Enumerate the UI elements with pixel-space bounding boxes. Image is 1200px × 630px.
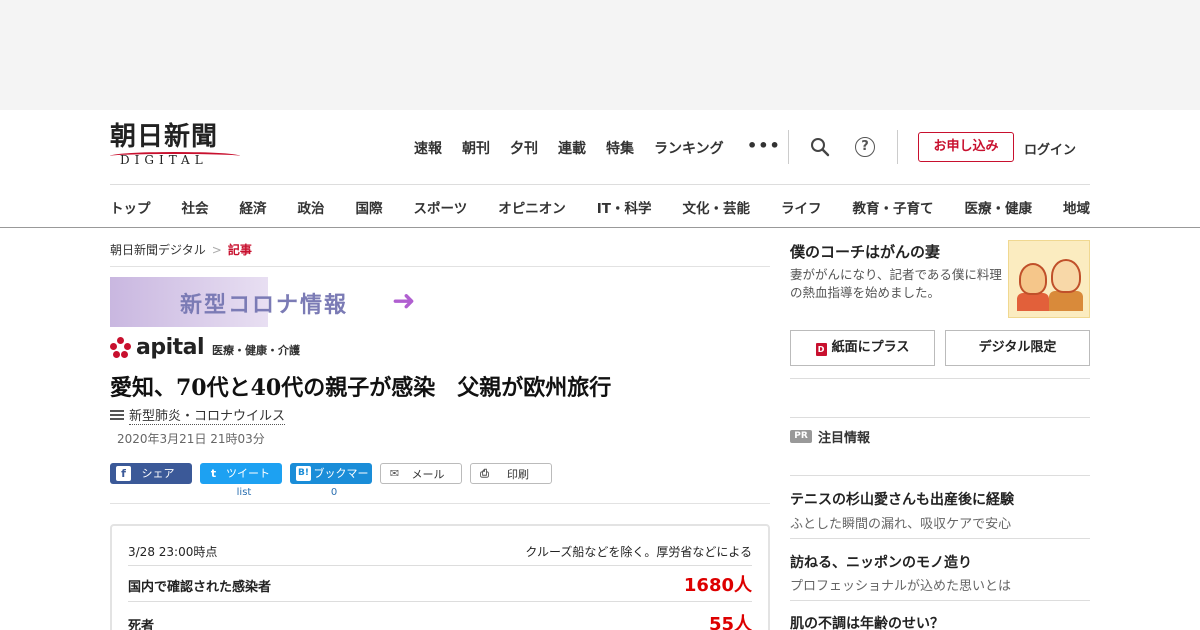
stats-note: クルーズ船などを除く。厚労省などによる: [525, 545, 752, 559]
header-separator: [110, 184, 1090, 185]
divider: [790, 600, 1090, 601]
print-label: 印刷: [507, 468, 529, 481]
apital-logo-icon: [110, 337, 132, 359]
breadcrumb-current: 記事: [227, 243, 252, 257]
apital-subtitle: 医療・健康・介護: [212, 344, 301, 357]
sidebar-promo-illustration[interactable]: [1008, 240, 1090, 318]
header-divider: [897, 130, 898, 164]
help-icon[interactable]: ?: [855, 137, 875, 157]
nav-choukan[interactable]: 朝刊: [462, 138, 490, 158]
divider: [790, 475, 1090, 476]
main-nav: トップ 社会 経済 政治 国際 スポーツ オピニオン IT・科学 文化・芸能 ラ…: [110, 197, 1090, 217]
pr-label: 注目情報: [818, 431, 871, 446]
top-ad-area: [0, 0, 1200, 110]
pr-item-title[interactable]: 訪ねる、ニッポンのモノ造り: [790, 552, 972, 572]
hatena-bookmark-label: ブックマーク: [313, 467, 369, 501]
divider: [110, 266, 770, 267]
print-button[interactable]: ⎙ 印刷: [470, 463, 552, 484]
more-menu-icon[interactable]: •••: [747, 136, 781, 155]
divider: [790, 538, 1090, 539]
stats-value: 1680人: [683, 575, 752, 596]
pr-badge: PR: [790, 430, 812, 443]
stats-value: 55人: [708, 614, 752, 630]
twitter-share-button[interactable]: t ツイート: [200, 463, 282, 484]
sidebar-promo-description: 妻ががんになり、記者である僕に料理の熱血指導を始めました。: [790, 267, 1002, 300]
stats-label: 国内で確認された感染者: [128, 580, 272, 595]
breadcrumb-separator: >: [211, 243, 222, 257]
nav-opinion[interactable]: オピニオン: [498, 197, 566, 217]
stats-row: 死者 55人: [128, 601, 752, 630]
logo-kanji: 朝日新聞: [110, 122, 219, 152]
facebook-share-label: シェア: [141, 467, 175, 480]
site-logo[interactable]: 朝日新聞 DIGITAL: [110, 122, 240, 168]
pr-section-header: PR 注目情報: [790, 427, 870, 446]
facebook-share-button[interactable]: f シェア: [110, 463, 192, 484]
nav-education[interactable]: 教育・子育て: [852, 197, 933, 217]
divider: [790, 417, 1090, 418]
topic-label: 新型肺炎・コロナウイルス: [129, 405, 286, 425]
stats-time: 3/28 23:00時点: [128, 545, 218, 559]
nav-politics[interactable]: 政治: [298, 197, 325, 217]
hatena-bookmark-button[interactable]: B! ブックマーク: [290, 463, 372, 501]
topic-link[interactable]: 新型肺炎・コロナウイルス: [110, 405, 286, 425]
nav-culture[interactable]: 文化・芸能: [682, 197, 750, 217]
nav-society[interactable]: 社会: [182, 197, 209, 217]
stats-header: 3/28 23:00時点 クルーズ船などを除く。厚労省などによる: [128, 543, 752, 560]
search-icon[interactable]: [810, 137, 830, 157]
nav-tokushu[interactable]: 特集: [606, 138, 634, 158]
nav-economy[interactable]: 経済: [240, 197, 267, 217]
breadcrumb-home[interactable]: 朝日新聞デジタル: [110, 243, 206, 257]
banner-text: 新型コロナ情報: [180, 293, 349, 318]
nav-sokuhou[interactable]: 速報: [414, 138, 442, 158]
arrow-right-icon: ➜: [392, 284, 416, 317]
sidebar-promo-title[interactable]: 僕のコーチはがんの妻: [790, 241, 940, 262]
stats-label: 死者: [128, 619, 155, 630]
article-headline: 愛知、70代と40代の親子が感染 父親が欧州旅行: [110, 375, 612, 401]
nav-ranking[interactable]: ランキング: [654, 138, 724, 158]
digital-mark-icon: D: [815, 343, 827, 356]
nav-sports[interactable]: スポーツ: [414, 197, 468, 217]
infection-stats-box: 3/28 23:00時点 クルーズ船などを除く。厚労省などによる 国内で確認され…: [110, 524, 770, 630]
nav-yuukan[interactable]: 夕刊: [510, 138, 538, 158]
nav-region[interactable]: 地域: [1063, 197, 1090, 217]
stats-row: 国内で確認された感染者 1680人: [128, 565, 752, 601]
util-nav: 速報 朝刊 夕刊 連載 特集 ランキング: [414, 138, 744, 158]
nav-it-science[interactable]: IT・科学: [597, 197, 652, 217]
divider: [790, 378, 1090, 379]
digital-only-button[interactable]: デジタル限定: [945, 330, 1090, 366]
article-date: 2020年3月21日 21時03分: [117, 432, 265, 446]
hatena-bookmark-count[interactable]: 0: [290, 487, 378, 498]
pr-item-title[interactable]: 肌の不調は年齢のせい？: [790, 613, 944, 630]
mail-share-label: メール: [411, 468, 445, 481]
twitter-share-count[interactable]: list: [200, 487, 288, 498]
nav-international[interactable]: 国際: [356, 197, 383, 217]
pr-item-title[interactable]: テニスの杉山愛さんも出産後に経験: [790, 489, 1014, 509]
mail-share-button[interactable]: ✉ メール: [380, 463, 462, 484]
logo-latin: DIGITAL: [120, 153, 208, 167]
breadcrumb: 朝日新聞デジタル > 記事: [110, 241, 252, 258]
apital-name: apital: [136, 335, 205, 360]
divider: [110, 503, 770, 504]
twitter-share-label: ツイート: [226, 467, 270, 480]
paper-plus-button[interactable]: D 紙面にプラス: [790, 330, 935, 366]
nav-rensai[interactable]: 連載: [558, 138, 586, 158]
nav-top[interactable]: トップ: [110, 197, 151, 217]
site-header: 朝日新聞 DIGITAL 速報 朝刊 夕刊 連載 特集 ランキング ••• ? …: [0, 110, 1200, 228]
paper-plus-label: 紙面にプラス: [831, 340, 910, 355]
apital-brand[interactable]: apital 医療・健康・介護: [110, 335, 300, 359]
nav-life[interactable]: ライフ: [781, 197, 822, 217]
pr-item-description: ふとした瞬間の漏れ、吸収ケアで安心: [790, 517, 1012, 532]
subscribe-button[interactable]: お申し込み: [918, 132, 1014, 162]
login-link[interactable]: ログイン: [1024, 139, 1076, 158]
nav-health[interactable]: 医療・健康: [964, 197, 1032, 217]
list-icon: [110, 409, 124, 421]
pr-item-description: プロフェッショナルが込めた思いとは: [790, 579, 1012, 594]
corona-info-banner[interactable]: 新型コロナ情報 ➜: [110, 277, 425, 327]
header-divider: [788, 130, 789, 164]
